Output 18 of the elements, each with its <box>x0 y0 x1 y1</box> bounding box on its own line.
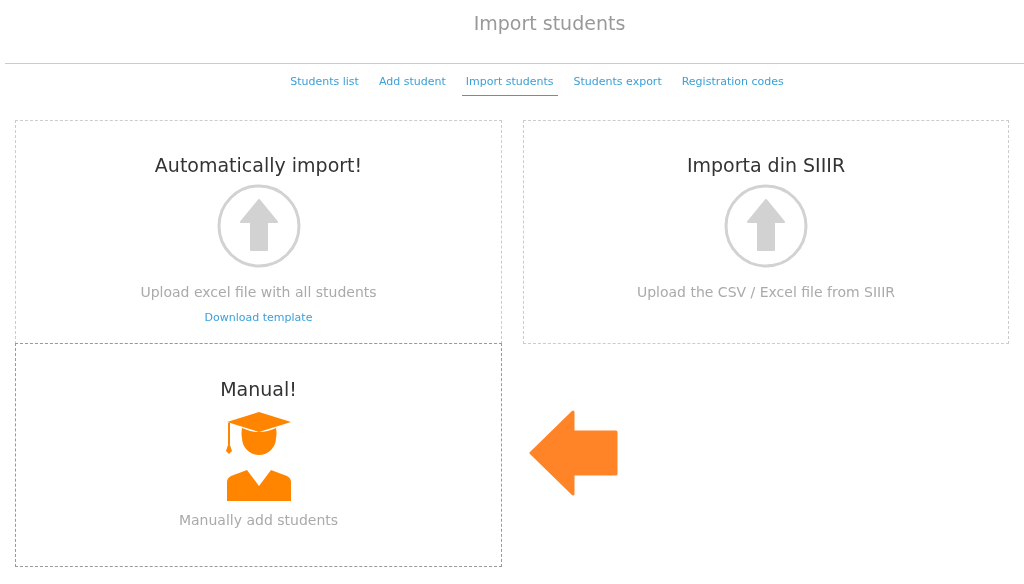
card-title: Importa din SIIIR <box>686 154 846 176</box>
card-caption: Manually add students <box>178 512 339 528</box>
import-card[interactable]: Automatically import! Upload excel file with all students Download template <box>15 120 502 344</box>
card-caption: Upload excel file with all students <box>140 284 377 300</box>
import-card[interactable]: Importa din SIIIR Upload the CSV / Excel file from SIIIR <box>523 120 1009 344</box>
nav-tab[interactable]: Students export <box>569 73 666 96</box>
card-caption: Upload the CSV / Excel file from SIIIR <box>636 284 896 300</box>
nav-tab[interactable]: Add student <box>374 73 450 96</box>
graduate-icon <box>224 410 293 502</box>
left-arrow-icon <box>529 410 619 496</box>
nav-tab[interactable]: Students list <box>286 73 363 96</box>
card-title: Manual! <box>220 378 297 400</box>
page-title: Import students <box>473 12 626 36</box>
card-title: Automatically import! <box>154 154 363 176</box>
nav-tab[interactable]: Import students <box>461 73 558 96</box>
nav-tab[interactable]: Registration codes <box>677 73 788 96</box>
download-link[interactable]: Download template <box>204 311 313 324</box>
import-card[interactable]: Manual! Manually add students <box>15 343 502 567</box>
